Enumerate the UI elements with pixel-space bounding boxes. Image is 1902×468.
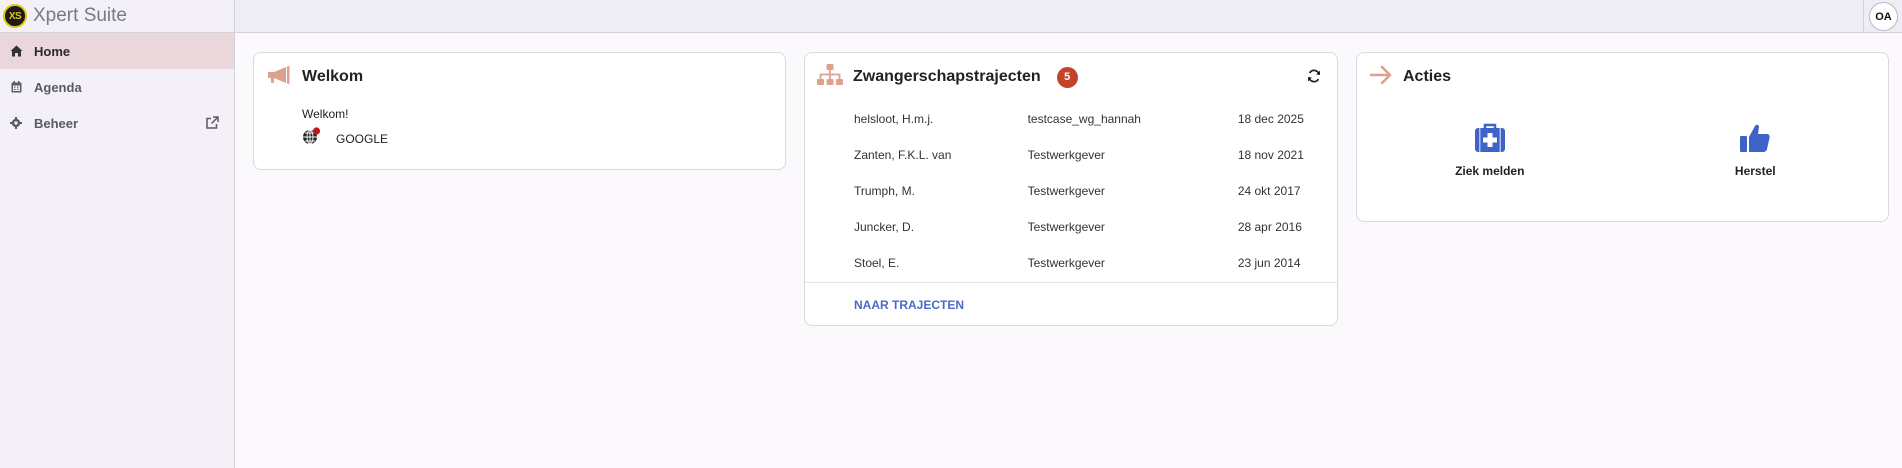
- traject-date: 18 dec 2025: [1237, 112, 1304, 126]
- avatar[interactable]: OA: [1869, 2, 1898, 31]
- globe-icon: [302, 127, 322, 150]
- app-logo: XS: [3, 4, 27, 28]
- table-row[interactable]: Stoel, E. Testwerkgever 23 jun 2014: [805, 245, 1337, 281]
- app-title: Xpert Suite: [33, 5, 127, 26]
- gear-icon: [9, 116, 23, 130]
- acties-card: Acties Ziek melden Herstel: [1356, 52, 1889, 222]
- home-icon: [9, 44, 23, 58]
- employee-name: Trumph, M.: [854, 184, 915, 198]
- ziek-melden-button[interactable]: Ziek melden: [1357, 123, 1623, 178]
- employer-name: Testwerkgever: [1027, 220, 1105, 234]
- medkit-icon: [1474, 123, 1506, 158]
- brand[interactable]: XS Xpert Suite: [0, 0, 234, 33]
- traject-date: 24 okt 2017: [1237, 184, 1301, 198]
- welkom-card: Welkom Welkom! GOOGLE: [253, 52, 786, 170]
- provider-label: GOOGLE: [336, 131, 389, 146]
- action-label: Ziek melden: [1455, 164, 1525, 178]
- employee-name: Stoel, E.: [854, 256, 900, 270]
- sidebar: XS Xpert Suite Home Agenda Beheer: [0, 0, 235, 468]
- table-row[interactable]: Trumph, M. Testwerkgever 24 okt 2017: [805, 173, 1337, 209]
- employer-name: Testwerkgever: [1027, 148, 1105, 162]
- naar-trajecten-link[interactable]: NAAR TRAJECTEN: [854, 298, 964, 312]
- employee-name: Juncker, D.: [854, 220, 915, 234]
- employer-name: Testwerkgever: [1027, 256, 1105, 270]
- herstel-button[interactable]: Herstel: [1623, 123, 1889, 178]
- sidebar-item-agenda[interactable]: Agenda: [0, 69, 234, 105]
- divider: [1863, 0, 1864, 33]
- traject-date: 23 jun 2014: [1237, 256, 1301, 270]
- trajecten-card: Zwangerschapstrajecten 5 helsloot, H.m.j…: [804, 52, 1338, 326]
- external-link-icon[interactable]: [205, 116, 219, 133]
- traject-date: 18 nov 2021: [1237, 148, 1304, 162]
- card-title: Acties: [1403, 68, 1452, 85]
- top-bar: OA: [235, 0, 1902, 33]
- megaphone-icon: [266, 65, 292, 90]
- employer-name: Testwerkgever: [1027, 184, 1105, 198]
- card-title: Welkom: [302, 68, 364, 85]
- table-row[interactable]: Zanten, F.K.L. van Testwerkgever 18 nov …: [805, 137, 1337, 173]
- sitemap-icon: [817, 63, 843, 91]
- arrow-right-icon: [1369, 65, 1393, 90]
- table-row[interactable]: Juncker, D. Testwerkgever 28 apr 2016: [805, 209, 1337, 245]
- sidebar-item-beheer[interactable]: Beheer: [0, 105, 234, 141]
- employee-name: helsloot, H.m.j.: [854, 112, 934, 126]
- table-row[interactable]: helsloot, H.m.j. testcase_wg_hannah 18 d…: [805, 101, 1337, 137]
- employer-name: testcase_wg_hannah: [1027, 112, 1141, 126]
- sidebar-item-home[interactable]: Home: [0, 33, 234, 69]
- sidebar-item-label: Beheer: [34, 115, 79, 131]
- refresh-icon[interactable]: [1307, 69, 1321, 88]
- sidebar-item-label: Agenda: [34, 79, 82, 95]
- card-title: Zwangerschapstrajecten: [853, 68, 1041, 85]
- calendar-icon: [9, 80, 23, 94]
- employee-name: Zanten, F.K.L. van: [854, 148, 952, 162]
- welcome-message: Welkom!: [302, 107, 349, 121]
- count-badge: 5: [1056, 66, 1078, 88]
- trajecten-list: helsloot, H.m.j. testcase_wg_hannah 18 d…: [805, 101, 1337, 281]
- login-provider: GOOGLE: [302, 127, 785, 150]
- card-footer: NAAR TRAJECTEN: [805, 282, 1337, 326]
- action-label: Herstel: [1734, 164, 1776, 178]
- sidebar-item-label: Home: [34, 43, 71, 59]
- thumbs-up-icon: [1739, 123, 1771, 158]
- traject-date: 28 apr 2016: [1237, 220, 1302, 234]
